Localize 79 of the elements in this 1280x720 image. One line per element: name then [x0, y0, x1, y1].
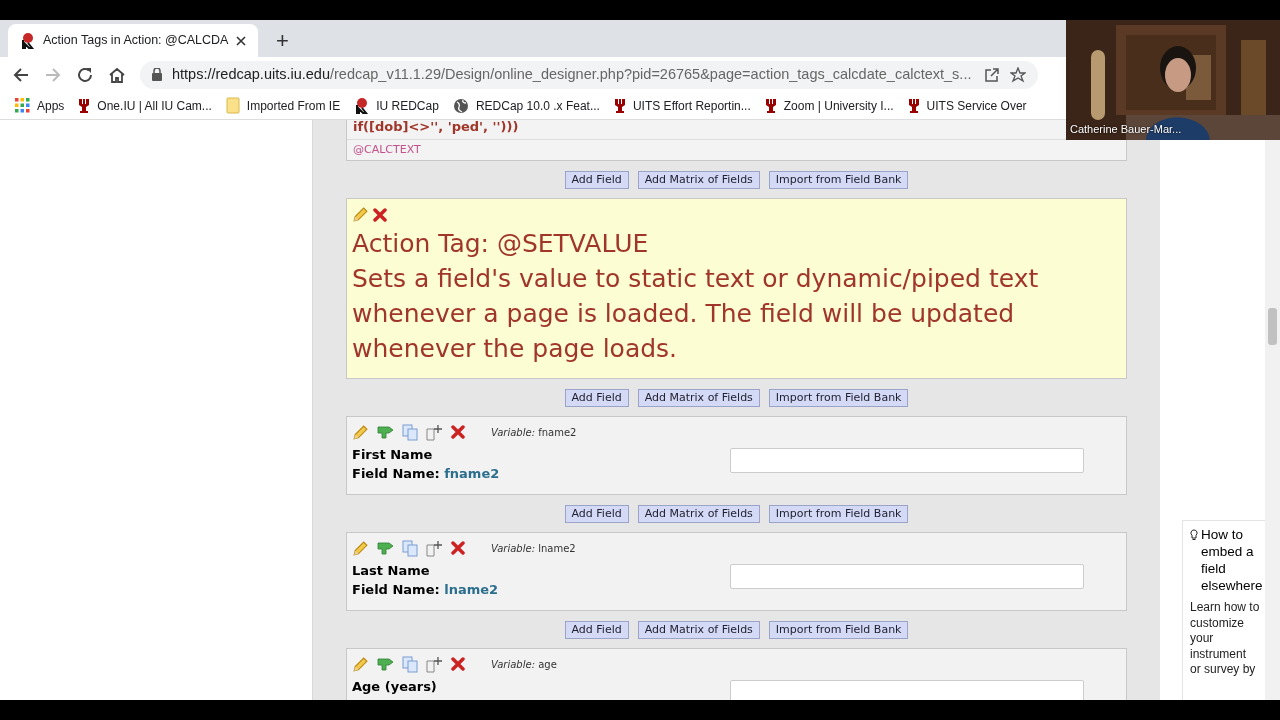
copy-icon[interactable] — [402, 423, 418, 441]
branch-icon[interactable] — [377, 425, 394, 439]
lock-icon — [152, 68, 162, 81]
move-icon[interactable] — [426, 423, 443, 441]
bookmark-link[interactable]: One.IU | All IU Cam... — [78, 96, 212, 115]
add-button[interactable]: Add Field — [564, 388, 629, 407]
field-name-text: Field Name: fname2 — [352, 465, 500, 483]
add-button[interactable]: Add Matrix of Fields — [637, 170, 760, 189]
add-button[interactable]: Import from Field Bank — [768, 620, 909, 639]
text-field[interactable] — [730, 564, 1084, 589]
bookmark-link[interactable]: Imported From IE — [225, 96, 341, 115]
forward-icon[interactable] — [44, 65, 62, 84]
lightbulb-icon — [1190, 529, 1198, 541]
back-icon[interactable] — [12, 65, 30, 84]
bookmark-link[interactable]: UITS Service Over — [907, 96, 1027, 115]
help-text: Learn how to customize your instrument or survey by — [1190, 600, 1260, 678]
redcap-logo-icon — [354, 97, 370, 114]
copy-icon[interactable] — [402, 655, 418, 673]
descriptive-text: Sets a field's value to static text or dynamic/piped text whenever a page is loaded. The field will be updated whenever the page loads. — [352, 263, 1040, 365]
move-icon[interactable] — [426, 655, 443, 673]
bookmark-link[interactable]: UITS Effort Reportin... — [613, 96, 751, 115]
delete-icon[interactable] — [373, 207, 387, 222]
add-button[interactable]: Import from Field Bank — [768, 504, 909, 523]
tab-title: Action Tags in Action: @CALCDA — [43, 32, 229, 50]
redcap-logo-icon — [20, 32, 35, 49]
participant-name: Catherine Bauer-Mar... — [1070, 121, 1182, 137]
pencil-icon[interactable] — [352, 655, 369, 673]
help-title: How to embed a field elsewhere — [1201, 526, 1264, 594]
branch-icon[interactable] — [377, 541, 394, 555]
add-button[interactable]: Add Field — [564, 620, 629, 639]
add-button[interactable]: Add Field — [564, 504, 629, 523]
copy-icon[interactable] — [402, 539, 418, 557]
url-text: https://redcap.uits.iu.edu/redcap_v11.1.29/Design/online_designer.php?pid=26765&page=action_tags_calcdate_calctext_s... — [172, 64, 973, 84]
home-icon[interactable] — [108, 65, 126, 84]
delete-icon[interactable] — [451, 425, 465, 439]
bookmark-link[interactable]: IU REDCap — [354, 96, 439, 115]
delete-icon[interactable] — [451, 657, 465, 671]
trident-icon — [764, 98, 777, 113]
field-label: Last Name — [352, 562, 431, 580]
add-button[interactable]: Add Matrix of Fields — [637, 620, 760, 639]
add-button[interactable]: Import from Field Bank — [768, 170, 909, 189]
bookmark-link[interactable]: Zoom | University I... — [764, 96, 894, 115]
reload-icon[interactable] — [76, 65, 94, 84]
bookmark-link[interactable]: Apps — [15, 96, 65, 115]
variable-text: Variable: fname2 — [491, 425, 577, 440]
variable-text: Variable: lname2 — [491, 541, 576, 556]
field-label: First Name — [352, 446, 434, 464]
action-tag-text: @CALCTEXT — [353, 141, 421, 158]
move-icon[interactable] — [426, 539, 443, 557]
branch-icon[interactable] — [377, 657, 394, 671]
pencil-icon[interactable] — [352, 423, 369, 441]
share-icon[interactable] — [984, 66, 1000, 83]
star-icon[interactable] — [1010, 66, 1026, 83]
bookmark-link[interactable]: REDCap 10.0 .x Feat... — [452, 96, 600, 115]
folder-icon — [225, 97, 240, 114]
scrollbar[interactable] — [1265, 140, 1280, 700]
trident-icon — [78, 98, 91, 113]
pencil-icon[interactable] — [352, 539, 369, 557]
close-icon[interactable] — [236, 35, 247, 46]
text-field[interactable] — [730, 680, 1084, 700]
text-field[interactable] — [730, 448, 1084, 473]
apps-grid-icon — [15, 98, 30, 113]
descriptive-title: Action Tag: @SETVALUE — [352, 228, 650, 260]
field-label: Age (years) — [352, 678, 437, 696]
variable-text: Variable: age — [491, 657, 557, 672]
globe-icon — [452, 97, 469, 114]
add-button[interactable]: Add Matrix of Fields — [637, 504, 760, 523]
add-button[interactable]: Import from Field Bank — [768, 388, 909, 407]
browser-tab[interactable]: Action Tags in Action: @CALCDA — [8, 24, 259, 57]
field-name-text: Field Name: lname2 — [352, 581, 499, 599]
add-button[interactable]: Add Field — [564, 170, 629, 189]
trident-icon — [907, 98, 920, 113]
delete-icon[interactable] — [451, 541, 465, 555]
add-button[interactable]: Add Matrix of Fields — [637, 388, 760, 407]
code-text: if([dob]<>'', 'ped', ''))) — [353, 120, 519, 136]
new-tab-button[interactable]: + — [268, 24, 297, 57]
pencil-icon[interactable] — [352, 206, 369, 223]
trident-icon — [613, 98, 626, 113]
address-bar[interactable]: https://redcap.uits.iu.edu/redcap_v11.1.29/Design/online_designer.php?pid=26765&page=action_tags_calcdate_calctext_s... — [140, 60, 1038, 89]
